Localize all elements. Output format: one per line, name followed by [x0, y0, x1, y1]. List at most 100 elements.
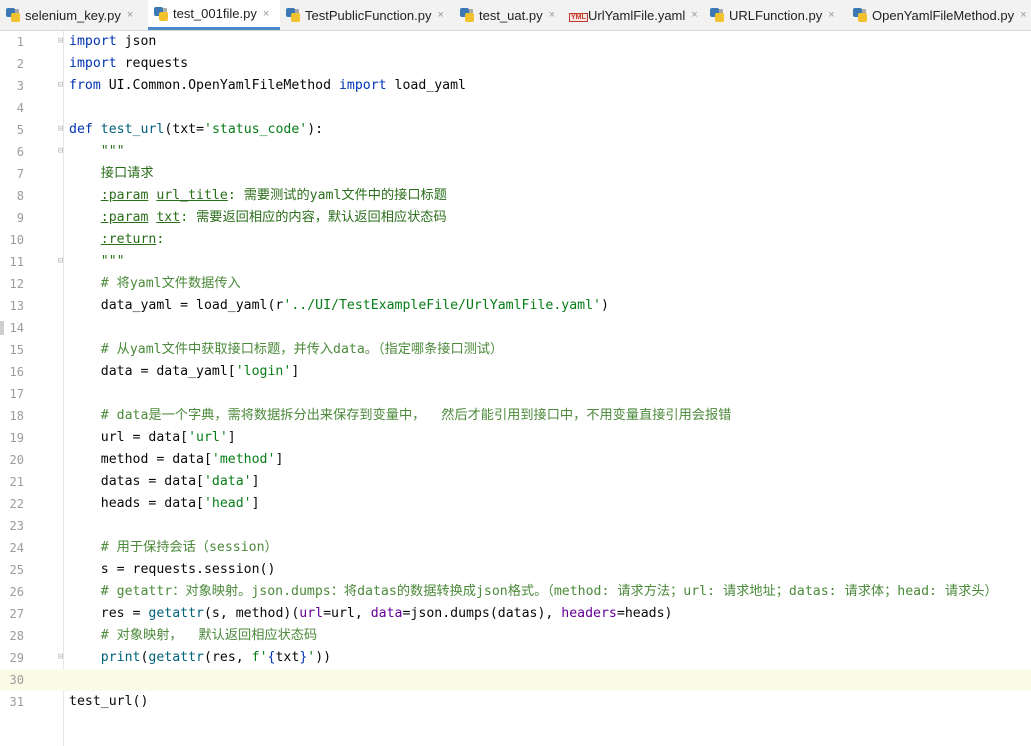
- code-line[interactable]: 18 # data是一个字典，需将数据拆分出来保存到变量中， 然后才能引用到接口…: [0, 405, 1031, 427]
- code-token: method = data[: [69, 452, 212, 467]
- tab-openyamlfilemethod-py[interactable]: OpenYamlFileMethod.py ×: [847, 0, 1031, 30]
- fold-icon[interactable]: ⊟: [58, 652, 66, 663]
- code-text: heads = data['head']: [69, 493, 260, 515]
- fold-icon[interactable]: ⊟: [58, 256, 66, 267]
- python-file-icon: [853, 8, 867, 22]
- code-line[interactable]: 20 method = data['method']: [0, 449, 1031, 471]
- code-token: 'url': [188, 430, 228, 445]
- close-icon[interactable]: ×: [1020, 9, 1026, 21]
- code-token: ]: [251, 474, 260, 489]
- code-line[interactable]: 9 :param txt: 需要返回相应的内容，默认返回相应状态码: [0, 207, 1031, 229]
- code-line[interactable]: 14: [0, 317, 1031, 339]
- code-text: url = data['url']: [69, 427, 236, 449]
- code-line[interactable]: 7 接口请求: [0, 163, 1031, 185]
- line-number: 8: [16, 189, 24, 203]
- code-text: from UI.Common.OpenYamlFileMethod import…: [69, 75, 466, 97]
- fold-icon[interactable]: ⊟: [58, 146, 66, 157]
- python-file-icon: [286, 8, 300, 22]
- code-line[interactable]: 4: [0, 97, 1031, 119]
- line-number: 16: [9, 365, 24, 379]
- code-line[interactable]: 5 ⊟ def test_url(txt='status_code'):: [0, 119, 1031, 141]
- code-line[interactable]: 22 heads = data['head']: [0, 493, 1031, 515]
- code-line[interactable]: 12 # 将yaml文件数据传入: [0, 273, 1031, 295]
- code-text: # 从yaml文件中获取接口标题，并传入data。（指定哪条接口测试）: [69, 339, 503, 361]
- tab-test-001file-py[interactable]: test_001file.py ×: [148, 0, 280, 30]
- fold-icon[interactable]: ⊟: [58, 36, 66, 47]
- code-token: =heads): [616, 606, 673, 621]
- code-line[interactable]: 2 import requests: [0, 53, 1031, 75]
- code-text: print(getattr(res, f'{txt}')): [69, 647, 331, 669]
- line-number: 30: [9, 673, 24, 687]
- code-line[interactable]: 23: [0, 515, 1031, 537]
- code-line[interactable]: 11 ⊟ """: [0, 251, 1031, 273]
- line-number: 1: [16, 35, 24, 49]
- code-line[interactable]: 17: [0, 383, 1031, 405]
- code-token: json: [116, 34, 157, 49]
- code-line[interactable]: 3 ⊟ from UI.Common.OpenYamlFileMethod impo…: [0, 75, 1031, 97]
- close-icon[interactable]: ×: [691, 9, 697, 21]
- line-number: 7: [16, 167, 24, 181]
- yaml-badge: YML: [569, 13, 588, 22]
- fold-icon[interactable]: ⊟: [58, 80, 66, 91]
- line-number: 21: [9, 475, 24, 489]
- code-token: # getattr：对象映射。json.dumps：将datas的数据转换成js…: [100, 584, 998, 599]
- code-line[interactable]: 26 # getattr：对象映射。json.dumps：将datas的数据转换…: [0, 581, 1031, 603]
- tab-testpublicfunction-py[interactable]: TestPublicFunction.py ×: [280, 0, 454, 30]
- line-number: 15: [9, 343, 24, 357]
- code-line[interactable]: 1 ⊟ import json: [0, 31, 1031, 53]
- code-line[interactable]: 19 url = data['url']: [0, 427, 1031, 449]
- code-text: 接口请求: [69, 163, 154, 185]
- close-icon[interactable]: ×: [263, 8, 269, 20]
- code-token: s = requests.session(): [69, 562, 276, 577]
- code-line[interactable]: 28 # 对象映射， 默认返回相应状态码: [0, 625, 1031, 647]
- close-icon[interactable]: ×: [828, 9, 834, 21]
- code-line[interactable]: 25 s = requests.session(): [0, 559, 1031, 581]
- code-text: # 对象映射， 默认返回相应状态码: [69, 625, 317, 647]
- code-line[interactable]: 16 data = data_yaml['login']: [0, 361, 1031, 383]
- tab-urlfunction-py[interactable]: URLFunction.py ×: [704, 0, 847, 30]
- close-icon[interactable]: ×: [437, 9, 443, 21]
- line-number: 20: [9, 453, 24, 467]
- code-line[interactable]: 8 :param url_title: 需要测试的yaml文件中的接口标题: [0, 185, 1031, 207]
- tab-selenium-key-py[interactable]: selenium_key.py ×: [0, 0, 148, 30]
- code-token: :return: [100, 232, 157, 247]
- line-number: 29: [9, 651, 24, 665]
- code-line[interactable]: 24 # 用于保持会话（session）: [0, 537, 1031, 559]
- code-token: ):: [307, 122, 324, 137]
- line-number: 18: [9, 409, 24, 423]
- code-line[interactable]: 10 :return:: [0, 229, 1031, 251]
- code-text: """: [69, 141, 125, 163]
- close-icon[interactable]: ×: [127, 9, 133, 21]
- code-line[interactable]: 29 ⊟ print(getattr(res, f'{txt}')): [0, 647, 1031, 669]
- code-line[interactable]: 6 ⊟ """: [0, 141, 1031, 163]
- code-token: """: [100, 144, 125, 159]
- code-line[interactable]: 13 data_yaml = load_yaml(r'../UI/TestExa…: [0, 295, 1031, 317]
- tab-test-uat-py[interactable]: test_uat.py ×: [454, 0, 563, 30]
- code-text: data = data_yaml['login']: [69, 361, 300, 383]
- code-line[interactable]: 27 res = getattr(s, method)(url=url, dat…: [0, 603, 1031, 625]
- code-line[interactable]: 15 # 从yaml文件中获取接口标题，并传入data。（指定哪条接口测试）: [0, 339, 1031, 361]
- fold-icon[interactable]: ⊟: [58, 124, 66, 135]
- code-line[interactable]: 31 test_url(): [0, 691, 1031, 713]
- code-editor[interactable]: 1 ⊟ import json 2 import requests 3 ⊟ from UI.C…: [0, 31, 1031, 746]
- code-token: headers: [561, 606, 617, 621]
- code-token: (s, method)(: [203, 606, 300, 621]
- code-text: # getattr：对象映射。json.dumps：将datas的数据转换成js…: [69, 581, 998, 603]
- code-line[interactable]: 21 datas = data['data']: [0, 471, 1031, 493]
- code-token: """: [100, 254, 125, 269]
- line-number: 2: [16, 57, 24, 71]
- code-token: ]: [291, 364, 300, 379]
- line-number: 3: [16, 79, 24, 93]
- code-token: :: [156, 232, 165, 247]
- code-line[interactable]: 30: [0, 669, 1031, 691]
- tab-urlyamlfile-yaml[interactable]: YML UrlYamlFile.yaml ×: [563, 0, 704, 30]
- line-number: 19: [9, 431, 24, 445]
- close-icon[interactable]: ×: [549, 9, 555, 21]
- code-token: heads = data[: [69, 496, 204, 511]
- code-token: txt: [275, 650, 300, 665]
- line-number: 11: [9, 255, 24, 269]
